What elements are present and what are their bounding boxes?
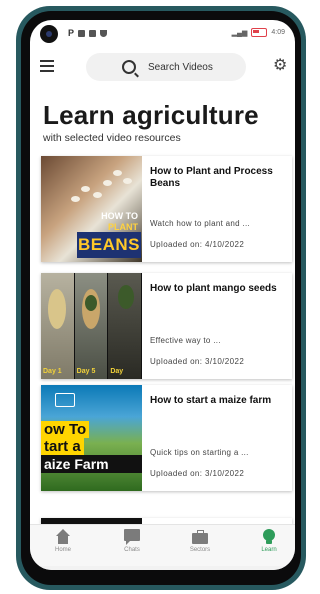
bottom-navigation: Home Chats Sectors Learn — [30, 524, 295, 567]
notification-p-icon: P — [68, 28, 75, 38]
notification-icon — [78, 29, 86, 37]
system-navigation-bar — [30, 566, 295, 570]
app-bar: Search Videos ⚙ — [30, 48, 295, 88]
menu-icon[interactable] — [40, 60, 54, 72]
video-card[interactable]: ow To tart a aize Farm How to start a ma… — [41, 385, 292, 491]
status-system-icons: ▂▄▆ 4:09 — [232, 28, 285, 37]
video-thumbnail-maize: ow To tart a aize Farm — [41, 385, 142, 491]
video-upload-date: Uploaded on: 4/10/2022 — [150, 240, 245, 249]
home-icon — [55, 529, 71, 545]
signal-icon: ▂▄▆ — [231, 29, 248, 37]
video-thumbnail-mango: Day 1 Day 5 Day — [41, 273, 142, 379]
video-title: How to start a maize farm — [150, 395, 272, 406]
shield-icon — [100, 29, 108, 37]
status-time: 4:09 — [271, 29, 285, 36]
nav-item-sectors[interactable]: Sectors — [180, 529, 220, 553]
camera-cutout — [40, 25, 58, 43]
gear-icon[interactable]: ⚙ — [273, 58, 287, 74]
gallery-icon — [89, 29, 97, 37]
briefcase-icon — [192, 529, 208, 545]
app-screen: P ▂▄▆ 4:09 Search Videos ⚙ Learn agricul… — [30, 20, 295, 570]
video-description: Effective way to ... — [150, 336, 221, 345]
video-title: How to plant mango seeds — [150, 283, 277, 294]
video-upload-date: Uploaded on: 3/10/2022 — [150, 357, 245, 366]
search-placeholder: Search Videos — [148, 61, 213, 73]
chat-icon — [124, 529, 140, 545]
video-title: How to Plant and Process Beans — [150, 166, 273, 189]
status-notification-icons: P — [68, 28, 108, 38]
nav-item-learn[interactable]: Learn — [249, 529, 289, 553]
lightbulb-icon — [261, 529, 277, 545]
page-subtitle: with selected video resources — [43, 132, 181, 144]
video-description: Quick tips on starting a ... — [150, 448, 249, 457]
video-card[interactable]: Day 1 Day 5 Day How to plant mango seeds… — [41, 273, 292, 379]
page-title: Learn agriculture — [43, 100, 259, 130]
video-thumbnail-beans: HOW TO PLANT BEANS — [41, 156, 142, 262]
video-description: Watch how to plant and ... — [150, 219, 250, 228]
nav-item-chats[interactable]: Chats — [112, 529, 152, 553]
search-input[interactable]: Search Videos — [86, 53, 246, 81]
nav-item-home[interactable]: Home — [43, 529, 83, 553]
battery-icon — [251, 28, 268, 37]
search-icon — [122, 60, 136, 74]
video-card[interactable]: HOW TO PLANT BEANS How to Plant and Proc… — [41, 156, 292, 262]
status-bar: P ▂▄▆ 4:09 — [30, 20, 295, 48]
brand-logo — [55, 393, 75, 407]
video-upload-date: Uploaded on: 3/10/2022 — [150, 469, 245, 478]
